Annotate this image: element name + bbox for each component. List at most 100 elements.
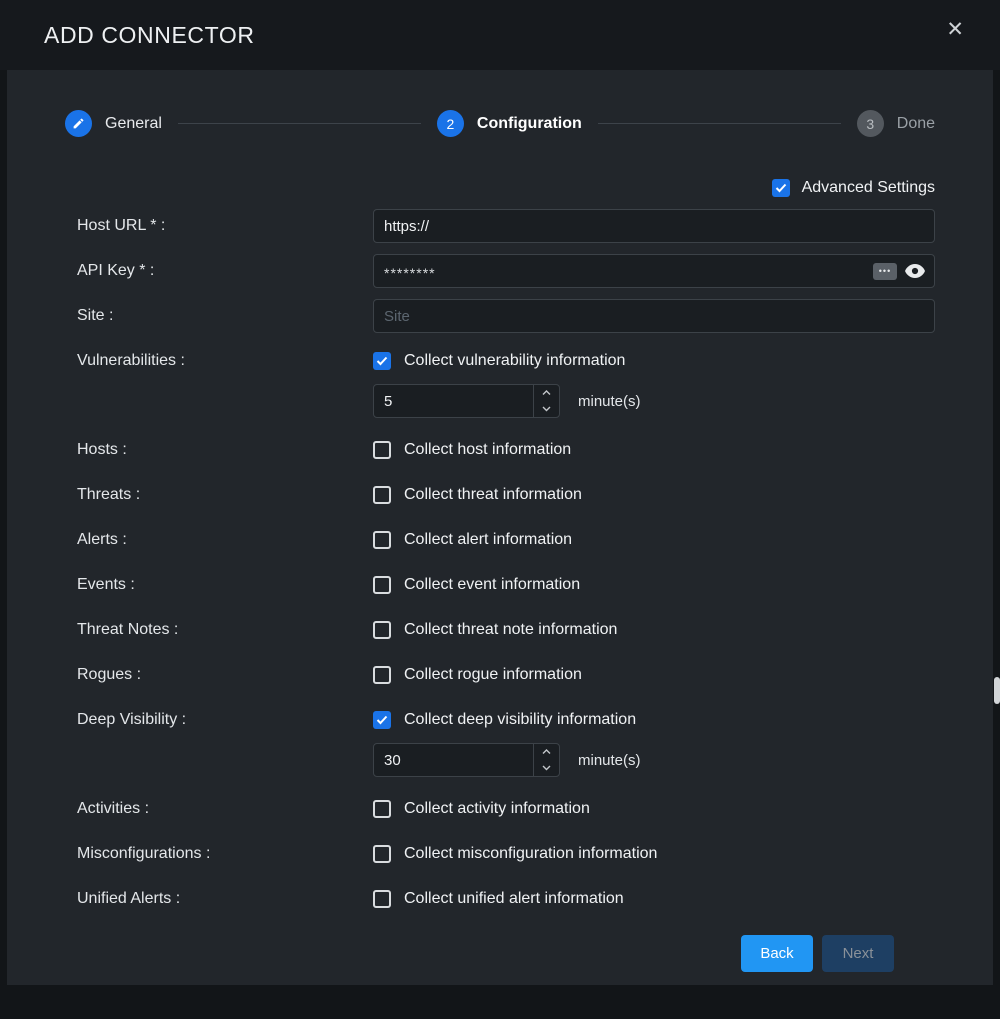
misconfigurations-checkbox[interactable]: Collect misconfiguration information xyxy=(373,842,935,866)
advanced-settings-checkbox[interactable]: Advanced Settings xyxy=(7,137,993,197)
ellipsis-icon[interactable]: ••• xyxy=(873,263,897,280)
form-row-api-key: API Key * : ••• xyxy=(77,254,935,288)
step-done-label: Done xyxy=(897,115,935,133)
spinner-down-icon[interactable] xyxy=(534,401,559,417)
step-configuration-label: Configuration xyxy=(477,115,582,133)
dialog-title: ADD CONNECTOR xyxy=(44,22,255,49)
api-key-label: API Key * : xyxy=(77,262,373,280)
misconfigurations-label: Misconfigurations : xyxy=(77,842,373,866)
checkbox-checked-icon xyxy=(772,179,790,197)
host-url-label: Host URL * : xyxy=(77,217,373,235)
stepper-connector-line xyxy=(598,123,841,124)
threat-notes-checkbox[interactable]: Collect threat note information xyxy=(373,618,935,642)
hosts-checkbox[interactable]: Collect host information xyxy=(373,438,935,462)
checkbox-unchecked-icon xyxy=(373,845,391,863)
checkbox-label: Collect alert information xyxy=(404,531,572,549)
form-row-misconfigurations: Misconfigurations : Collect misconfigura… xyxy=(77,842,935,866)
host-url-input[interactable] xyxy=(373,209,935,243)
close-icon[interactable]: ✕ xyxy=(946,19,964,40)
activities-label: Activities : xyxy=(77,797,373,821)
checkbox-unchecked-icon xyxy=(373,486,391,504)
scrollbar-thumb[interactable] xyxy=(994,677,1000,704)
checkbox-unchecked-icon xyxy=(373,800,391,818)
configuration-form: Host URL * : API Key * : ••• Site : Vuln… xyxy=(7,197,993,972)
unified-alerts-label: Unified Alerts : xyxy=(77,887,373,911)
wizard-stepper: General 2 Configuration 3 Done xyxy=(7,70,993,137)
deep-visibility-interval-input[interactable]: 30 xyxy=(373,743,560,777)
rogues-label: Rogues : xyxy=(77,663,373,687)
hosts-label: Hosts : xyxy=(77,438,373,462)
threats-checkbox[interactable]: Collect threat information xyxy=(373,483,935,507)
pencil-icon[interactable] xyxy=(65,110,92,137)
form-row-hosts: Hosts : Collect host information xyxy=(77,438,935,462)
api-key-input[interactable] xyxy=(374,261,873,281)
checkbox-checked-icon xyxy=(373,352,391,370)
unified-alerts-checkbox[interactable]: Collect unified alert information xyxy=(373,887,935,911)
api-key-field-wrap: ••• xyxy=(373,254,935,288)
step-configuration: 2 Configuration xyxy=(437,110,582,137)
interval-unit-label: minute(s) xyxy=(578,393,641,410)
stepper-connector-line xyxy=(178,123,421,124)
checkbox-label: Collect unified alert information xyxy=(404,890,624,908)
checkbox-label: Collect deep visibility information xyxy=(404,711,636,729)
threat-notes-label: Threat Notes : xyxy=(77,618,373,642)
back-button[interactable]: Back xyxy=(741,935,813,972)
number-spinner xyxy=(533,385,559,417)
checkbox-label: Collect vulnerability information xyxy=(404,352,625,370)
form-row-threat-notes: Threat Notes : Collect threat note infor… xyxy=(77,618,935,642)
events-label: Events : xyxy=(77,573,373,597)
step-2-circle[interactable]: 2 xyxy=(437,110,464,137)
interval-value: 5 xyxy=(374,385,533,417)
vulnerabilities-interval: 5 minute(s) xyxy=(373,384,935,418)
checkbox-unchecked-icon xyxy=(373,441,391,459)
threats-label: Threats : xyxy=(77,483,373,507)
deep-visibility-checkbox[interactable]: Collect deep visibility information xyxy=(373,708,935,732)
checkbox-unchecked-icon xyxy=(373,666,391,684)
checkbox-label: Collect misconfiguration information xyxy=(404,845,657,863)
step-general: General xyxy=(65,110,162,137)
spinner-down-icon[interactable] xyxy=(534,760,559,776)
site-input[interactable] xyxy=(373,299,935,333)
add-connector-dialog: General 2 Configuration 3 Done Advanced … xyxy=(7,70,993,985)
form-row-unified-alerts: Unified Alerts : Collect unified alert i… xyxy=(77,887,935,911)
checkbox-unchecked-icon xyxy=(373,531,391,549)
form-row-rogues: Rogues : Collect rogue information xyxy=(77,663,935,687)
spinner-up-icon[interactable] xyxy=(534,385,559,401)
deep-visibility-interval: 30 minute(s) xyxy=(373,743,935,777)
number-spinner xyxy=(533,744,559,776)
vulnerabilities-interval-input[interactable]: 5 xyxy=(373,384,560,418)
checkbox-label: Collect host information xyxy=(404,441,571,459)
next-button[interactable]: Next xyxy=(822,935,894,972)
checkbox-label: Collect threat note information xyxy=(404,621,617,639)
alerts-label: Alerts : xyxy=(77,528,373,552)
alerts-checkbox[interactable]: Collect alert information xyxy=(373,528,935,552)
spinner-up-icon[interactable] xyxy=(534,744,559,760)
site-label: Site : xyxy=(77,307,373,325)
checkbox-label: Collect activity information xyxy=(404,800,590,818)
form-row-threats: Threats : Collect threat information xyxy=(77,483,935,507)
form-row-host-url: Host URL * : xyxy=(77,209,935,243)
form-row-activities: Activities : Collect activity informatio… xyxy=(77,797,935,821)
vulnerabilities-label: Vulnerabilities : xyxy=(77,349,373,373)
activities-checkbox[interactable]: Collect activity information xyxy=(373,797,935,821)
interval-value: 30 xyxy=(374,744,533,776)
checkbox-label: Collect rogue information xyxy=(404,666,582,684)
checkbox-unchecked-icon xyxy=(373,890,391,908)
checkbox-label: Collect threat information xyxy=(404,486,582,504)
checkbox-unchecked-icon xyxy=(373,576,391,594)
checkbox-unchecked-icon xyxy=(373,621,391,639)
checkbox-checked-icon xyxy=(373,711,391,729)
checkbox-label: Collect event information xyxy=(404,576,580,594)
form-row-deep-visibility: Deep Visibility : Collect deep visibilit… xyxy=(77,708,935,777)
vulnerabilities-checkbox[interactable]: Collect vulnerability information xyxy=(373,349,935,373)
form-row-events: Events : Collect event information xyxy=(77,573,935,597)
step-done: 3 Done xyxy=(857,110,935,137)
eye-icon[interactable] xyxy=(905,264,925,278)
deep-visibility-label: Deep Visibility : xyxy=(77,708,373,732)
form-row-site: Site : xyxy=(77,299,935,333)
rogues-checkbox[interactable]: Collect rogue information xyxy=(373,663,935,687)
step-3-circle: 3 xyxy=(857,110,884,137)
events-checkbox[interactable]: Collect event information xyxy=(373,573,935,597)
form-row-alerts: Alerts : Collect alert information xyxy=(77,528,935,552)
interval-unit-label: minute(s) xyxy=(578,752,641,769)
